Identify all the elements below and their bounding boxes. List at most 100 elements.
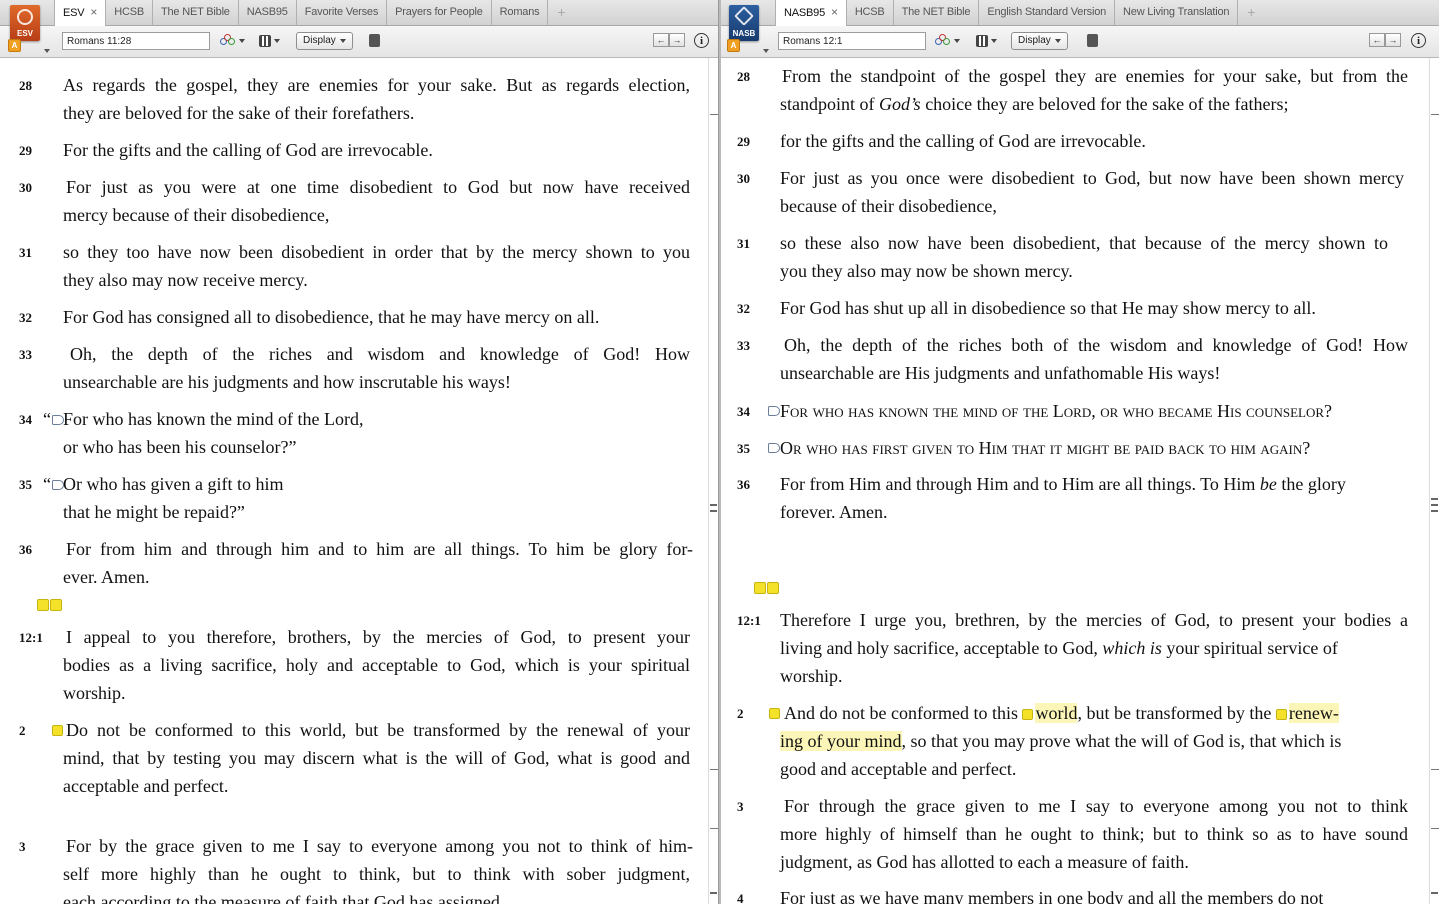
book-abbr: NASB (732, 29, 756, 38)
tab-hcsb[interactable]: HCSB (106, 0, 153, 25)
verse-line: mercy because of their disobedience, (63, 205, 330, 225)
audio-icon[interactable] (768, 406, 780, 416)
verse-line: so they too have now been disobedient in… (63, 242, 690, 262)
highlighted-text: ing of your mind (780, 731, 902, 751)
tab-romans[interactable]: Romans (492, 0, 549, 25)
tab-english-standard-version[interactable]: English Standard Version (979, 0, 1116, 25)
forward-icon[interactable]: → (1385, 33, 1401, 47)
parallel-resources-button[interactable] (935, 33, 960, 49)
note-markers-icon[interactable] (37, 599, 62, 611)
info-icon[interactable]: i (1411, 33, 1426, 48)
columns-icon (259, 35, 271, 47)
resource-icon[interactable]: ESV A (8, 3, 50, 55)
verse-line: For by the grace given to me I say to ev… (66, 836, 693, 856)
scroll-grip[interactable] (1431, 892, 1438, 894)
right-tabs: NASB95 × HCSB The NET Bible English Stand… (775, 0, 1264, 26)
verse-line: good and acceptable and perfect. (780, 759, 1017, 779)
verse-line: for the gifts and the calling of God are… (780, 131, 1146, 151)
tab-net-bible[interactable]: The NET Bible (894, 0, 980, 25)
close-icon[interactable]: × (831, 5, 838, 19)
tab-label: NASB95 (784, 7, 825, 19)
scroll-grip[interactable] (710, 892, 717, 894)
tab-new-living-translation[interactable]: New Living Translation (1115, 0, 1239, 25)
parallel-resources-icon (935, 34, 951, 48)
verse-number: 35 (19, 477, 32, 492)
back-icon[interactable]: ← (1369, 33, 1385, 47)
note-icon[interactable] (769, 708, 780, 719)
verse-line: that he might be repaid?” (63, 502, 245, 522)
scroll-grip[interactable] (710, 504, 717, 506)
note-icon[interactable] (1022, 709, 1034, 721)
verse-line: Or who has first given to Him that it mi… (780, 438, 1311, 458)
note-markers-icon[interactable] (754, 582, 779, 594)
verse-line: For who has known the mind of the Lord, … (780, 401, 1333, 421)
chevron-down-icon (339, 39, 346, 43)
resource-icon[interactable]: NASB A (727, 3, 769, 55)
open-quote: “ (43, 409, 51, 429)
tab-nasb95[interactable]: NASB95 × (775, 0, 847, 26)
tab-favorite-verses[interactable]: Favorite Verses (297, 0, 388, 25)
tab-esv[interactable]: ESV × (54, 0, 107, 26)
verse-line: For who has known the mind of the Lord, (63, 409, 364, 429)
scroll-marker (1431, 769, 1439, 770)
left-scrollbar[interactable] (708, 58, 718, 904)
tab-nasb95[interactable]: NASB95 (239, 0, 297, 25)
verse-number: 31 (19, 245, 32, 260)
open-quote: “ (43, 474, 51, 494)
scroll-marker (710, 769, 718, 770)
chevron-down-icon[interactable] (763, 49, 769, 53)
reference-input[interactable] (62, 32, 210, 50)
verse-line: living and holy sacrifice, acceptable to… (780, 634, 1338, 662)
left-bible-text: 28 As regards the gospel, they are enemi… (0, 58, 718, 904)
verse-line: Therefore I urge you, brethren, by the m… (780, 610, 1408, 630)
display-button[interactable]: Display (1011, 32, 1068, 50)
scroll-grip[interactable] (1431, 510, 1438, 512)
add-tab-icon[interactable]: + (548, 0, 574, 25)
left-tabs: ESV × HCSB The NET Bible NASB95 Favorite … (54, 0, 574, 26)
layout-button[interactable] (976, 33, 997, 49)
parallel-resources-icon (220, 34, 236, 48)
emblem-icon (17, 9, 33, 25)
add-tab-icon[interactable]: + (1238, 0, 1264, 25)
note-icon (50, 599, 62, 611)
layout-button[interactable] (259, 33, 280, 49)
forward-icon[interactable]: → (669, 33, 685, 47)
tab-hcsb[interactable]: HCSB (847, 0, 894, 25)
verse-number: 2 (19, 723, 26, 738)
verse-text: standpoint of (780, 94, 879, 114)
verse-line: ing of your mind, so that you may prove … (780, 727, 1341, 755)
nasb-book-icon: NASB (729, 5, 759, 41)
right-scrollbar[interactable] (1429, 58, 1439, 904)
display-button[interactable]: Display (296, 32, 353, 50)
reference-input[interactable] (778, 32, 926, 50)
scroll-grip[interactable] (1431, 498, 1438, 500)
verse-number: 30 (19, 180, 32, 195)
audio-icon[interactable] (768, 443, 780, 453)
verse-line: As regards the gospel, they are enemies … (63, 75, 690, 95)
scroll-grip[interactable] (710, 510, 717, 512)
verse-text: choice they are beloved for the sake of … (920, 94, 1289, 114)
highlighted-text: world (1035, 703, 1078, 723)
panel-menu-icon[interactable] (1087, 34, 1098, 47)
note-icon[interactable] (1275, 709, 1287, 721)
scroll-grip[interactable] (1431, 504, 1438, 506)
verse-number: 33 (19, 347, 32, 362)
chevron-down-icon[interactable] (44, 49, 50, 53)
verse-line: And do not be conformed to this world, b… (784, 699, 1339, 727)
note-icon (767, 582, 779, 594)
italic-supplied-word: be (1259, 474, 1277, 494)
tab-prayers-for-people[interactable]: Prayers for People (387, 0, 492, 25)
back-icon[interactable]: ← (653, 33, 669, 47)
history-nav: ← → (653, 33, 685, 47)
parallel-resources-button[interactable] (220, 33, 245, 49)
tab-net-bible[interactable]: The NET Bible (153, 0, 239, 25)
chevron-down-icon (991, 39, 997, 43)
left-bible-panel: ESV × HCSB The NET Bible NASB95 Favorite … (0, 0, 718, 904)
info-icon[interactable]: i (694, 33, 709, 48)
note-icon[interactable] (52, 725, 63, 736)
verse-line: self more highly than he ought to think,… (63, 864, 690, 884)
verse-line: ever. Amen. (63, 567, 150, 587)
verse-number: 32 (19, 310, 32, 325)
close-icon[interactable]: × (90, 5, 97, 19)
panel-menu-icon[interactable] (369, 34, 380, 47)
